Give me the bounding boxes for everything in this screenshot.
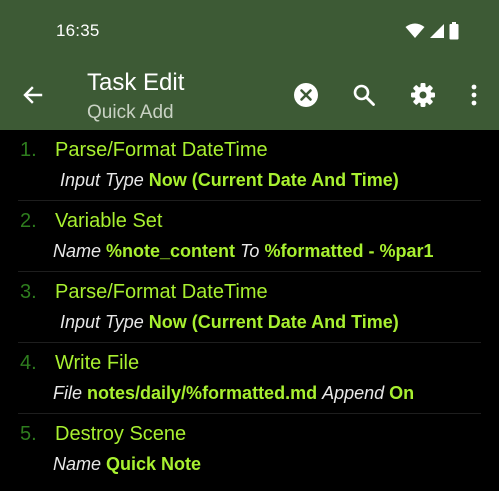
- battery-icon: [449, 22, 459, 40]
- search-button[interactable]: [348, 79, 380, 111]
- action-item[interactable]: 4. Write File File notes/daily/%formatte…: [18, 343, 481, 414]
- action-params: File notes/daily/%formatted.md Append On: [53, 383, 414, 404]
- settings-button[interactable]: [407, 79, 439, 111]
- action-number: 5.: [20, 423, 37, 445]
- action-name: Destroy Scene: [55, 423, 187, 445]
- app-bar: 16:35 Task Edit Quick Add: [0, 0, 499, 130]
- param-value: %note_content: [106, 241, 236, 261]
- param-label: Input Type: [60, 312, 144, 332]
- action-params: Input Type Now (Current Date And Time): [60, 170, 399, 191]
- action-item[interactable]: 1. Parse/Format DateTime Input Type Now …: [18, 130, 481, 201]
- more-options-button[interactable]: [458, 79, 490, 111]
- back-button[interactable]: [18, 80, 48, 110]
- gear-icon: [411, 83, 435, 107]
- action-name: Parse/Format DateTime: [55, 281, 268, 303]
- action-item[interactable]: 5. Destroy Scene Name Quick Note: [18, 414, 481, 484]
- param-value: On: [389, 383, 415, 403]
- action-number: 2.: [20, 210, 37, 232]
- arrow-left-icon: [23, 86, 43, 104]
- more-vertical-icon: [471, 84, 477, 106]
- signal-icon: [430, 24, 444, 38]
- action-name: Variable Set: [55, 210, 163, 232]
- param-label: Append: [322, 383, 385, 403]
- param-value: notes/daily/%formatted.md: [87, 383, 318, 403]
- param-label: Name: [53, 454, 102, 474]
- search-icon: [353, 84, 375, 106]
- action-list: 1. Parse/Format DateTime Input Type Now …: [0, 130, 499, 484]
- action-item[interactable]: 2. Variable Set Name %note_content To %f…: [18, 201, 481, 272]
- action-name: Parse/Format DateTime: [55, 139, 268, 161]
- action-name: Write File: [55, 352, 140, 374]
- action-params: Name Quick Note: [53, 454, 201, 475]
- status-time: 16:35: [56, 21, 100, 40]
- page-subtitle: Quick Add: [87, 102, 174, 123]
- status-icons: [405, 20, 459, 42]
- action-item[interactable]: 3. Parse/Format DateTime Input Type Now …: [18, 272, 481, 343]
- param-value: Now (Current Date And Time): [148, 312, 399, 332]
- action-number: 3.: [20, 281, 37, 303]
- param-value: Now (Current Date And Time): [148, 170, 399, 190]
- wifi-icon: [405, 23, 425, 38]
- param-value: Quick Note: [106, 454, 202, 474]
- page-title: Task Edit: [87, 69, 185, 96]
- param-label: File: [53, 383, 83, 403]
- param-value: %formatted - %par1: [264, 241, 434, 261]
- param-label: To: [240, 241, 260, 261]
- close-circle-icon: [294, 83, 318, 107]
- action-number: 4.: [20, 352, 37, 374]
- action-params: Name %note_content To %formatted - %par1: [53, 241, 433, 262]
- param-label: Name: [53, 241, 102, 261]
- action-number: 1.: [20, 139, 37, 161]
- close-button[interactable]: [290, 79, 322, 111]
- param-label: Input Type: [60, 170, 144, 190]
- action-params: Input Type Now (Current Date And Time): [60, 312, 399, 333]
